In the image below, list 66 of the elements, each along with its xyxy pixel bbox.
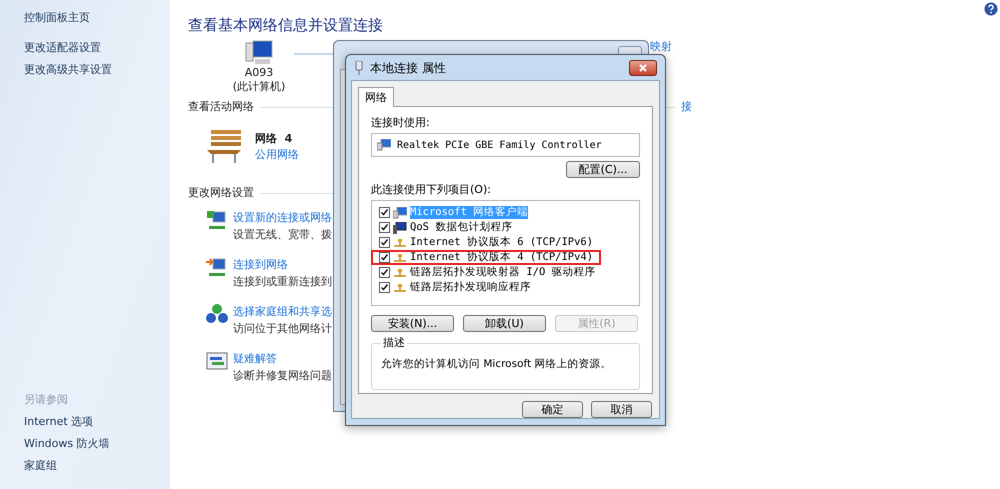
page-title: 查看基本网络信息并设置连接 — [188, 16, 384, 34]
description-text: 允许您的计算机访问 Microsoft 网络上的资源。 — [381, 358, 612, 370]
help-icon[interactable] — [984, 2, 998, 16]
tab[interactable]: 网络 — [358, 87, 394, 107]
checkbox[interactable] — [379, 252, 390, 263]
check-icon — [381, 209, 388, 216]
sidebar-link[interactable]: Internet 选项 — [24, 415, 170, 429]
task-link[interactable]: 选择家庭组和共享选 — [233, 302, 332, 321]
task-description: 连接到或重新连接到 — [233, 274, 332, 290]
sidebar-link[interactable]: 控制面板主页 — [24, 11, 170, 25]
check-icon — [381, 224, 388, 231]
connect-link[interactable]: 接 — [681, 100, 692, 114]
dialog-button[interactable]: 卸载(U) — [463, 315, 546, 332]
field-label: 连接时使用: — [371, 116, 431, 130]
homegroup-icon — [205, 302, 229, 326]
computer-icon — [245, 40, 273, 66]
field-label: 此连接使用下列项目(O): — [371, 183, 492, 197]
check-icon — [381, 269, 388, 276]
see-also-heading: 另请参阅 — [24, 393, 69, 407]
section-heading: 更改网络设置 — [188, 186, 254, 200]
group-label: 描述 — [382, 336, 406, 350]
task-description: 设置无线、宽带、拨 — [233, 227, 332, 243]
protocol-icon — [393, 282, 407, 294]
computer-icon — [393, 222, 407, 234]
list-item[interactable]: Internet 协议版本 4 (TCP/IPv4) — [371, 250, 602, 265]
protocol-icon — [393, 252, 407, 264]
computer-note: (此计算机) — [232, 80, 286, 94]
list-item[interactable]: 链路层拓扑发现响应程序 — [375, 280, 539, 295]
list-item[interactable]: 链路层拓扑发现映射器 I/O 驱动程序 — [375, 265, 604, 280]
list-item[interactable]: Internet 协议版本 6 (TCP/IPv6) — [375, 235, 602, 250]
protocol-icon — [393, 266, 407, 278]
task-description: 访问位于其他网络计 — [233, 321, 332, 337]
task-link[interactable]: 设置新的连接或网络 — [233, 208, 332, 227]
network-client-icon — [393, 206, 407, 218]
checkbox[interactable] — [379, 237, 390, 248]
list-item[interactable]: QoS 数据包计划程序 — [375, 220, 520, 235]
section-heading: 查看活动网络 — [188, 100, 254, 114]
network-name: 网络 4 — [255, 131, 294, 147]
sidebar-link[interactable]: 更改高级共享设置 — [24, 63, 170, 77]
check-icon — [381, 254, 388, 261]
dialog-button[interactable]: 取消 — [591, 401, 652, 418]
checkbox[interactable] — [379, 282, 390, 293]
check-icon — [381, 284, 388, 291]
computer-name: A093 — [244, 66, 274, 80]
task-link[interactable]: 疑难解答 — [233, 349, 332, 368]
checkbox[interactable] — [379, 267, 390, 278]
network-type-link[interactable]: 公用网络 — [255, 147, 299, 163]
close-button[interactable] — [629, 60, 657, 76]
sidebar-link[interactable]: 家庭组 — [24, 459, 170, 473]
adapter-field: Realtek PCIe GBE Family Controller — [371, 133, 640, 157]
task-description: 诊断并修复网络问题 — [233, 368, 332, 384]
task-link[interactable]: 连接到网络 — [233, 255, 332, 274]
check-icon — [381, 239, 388, 246]
sidebar-link[interactable]: 更改适配器设置 — [24, 41, 170, 55]
network-client-icon — [377, 139, 391, 151]
dialog-button[interactable]: 确定 — [522, 401, 583, 418]
protocol-icon — [393, 236, 407, 248]
map-link[interactable]: 映射 — [650, 40, 672, 54]
close-icon — [639, 64, 647, 72]
checkbox[interactable] — [379, 222, 390, 233]
checkbox[interactable] — [379, 207, 390, 218]
dialog-button[interactable]: 安装(N)... — [371, 315, 454, 332]
dialog-button[interactable]: 配置(C)... — [566, 161, 640, 178]
network-adapter-icon — [354, 60, 364, 74]
sidebar-link[interactable]: Windows 防火墙 — [24, 437, 170, 451]
dialog-title: 本地连接 属性 — [370, 62, 446, 74]
